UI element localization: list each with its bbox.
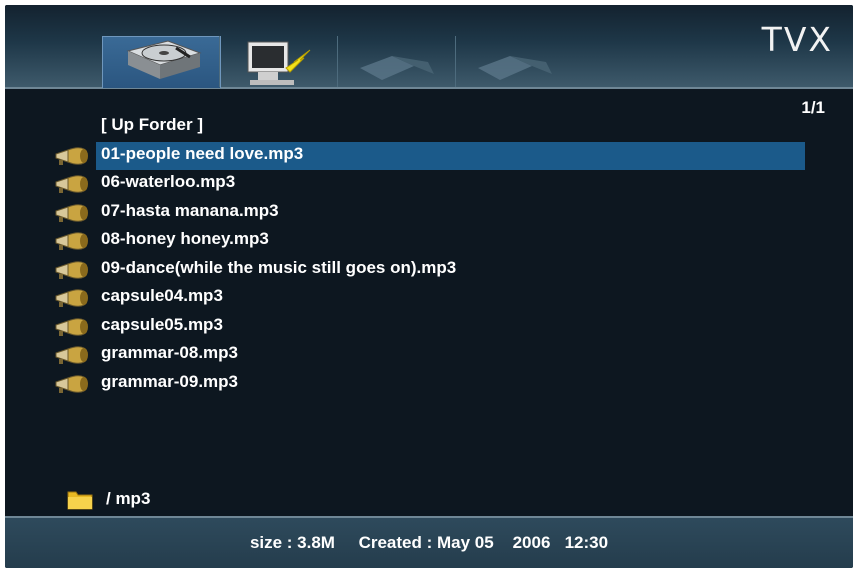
music-horn-icon	[54, 203, 90, 223]
tvx-logo: TVX	[761, 20, 833, 59]
media-browser-panel: TVX 1/1 [ Up Forder ] 01-people need lov…	[5, 5, 853, 568]
music-horn-icon	[54, 345, 90, 365]
file-item-label: grammar-09.mp3	[101, 371, 239, 391]
file-item-label: capsule04.mp3	[101, 286, 223, 305]
file-item[interactable]: 09-dance(while the music still goes on).…	[5, 255, 853, 284]
up-folder-item[interactable]: [ Up Forder ]	[5, 112, 853, 141]
file-item-label: 01-people need love.mp3	[101, 143, 304, 163]
file-item-label: capsule05.mp3	[101, 314, 223, 334]
file-item-label: 06-waterloo.mp3	[101, 172, 236, 191]
music-horn-icon	[54, 231, 90, 251]
music-horn-icon	[54, 174, 90, 194]
status-bar: size : 3.8M Created : May 05 2006 12:30	[5, 516, 853, 568]
file-item-label: 09-dance(while the music still goes on).…	[101, 257, 457, 277]
music-horn-icon	[54, 260, 90, 280]
file-item[interactable]: 01-people need love.mp3	[5, 141, 853, 170]
music-horn-icon	[54, 374, 90, 394]
music-horn-icon	[54, 146, 90, 166]
top-bar: TVX	[5, 5, 853, 89]
usb-plug-icon	[359, 55, 434, 80]
file-item[interactable]: grammar-08.mp3	[5, 340, 853, 369]
up-folder-label: [ Up Forder ]	[101, 115, 203, 134]
usb-plug-icon	[477, 55, 552, 80]
network-computer-icon	[247, 41, 310, 85]
file-item[interactable]: grammar-09.mp3	[5, 369, 853, 398]
tab-usb-2[interactable]	[456, 36, 573, 87]
file-item-label: grammar-08.mp3	[101, 343, 239, 362]
file-item[interactable]: 06-waterloo.mp3	[5, 169, 853, 198]
file-item-label: 07-hasta manana.mp3	[101, 200, 279, 220]
file-item[interactable]: 08-honey honey.mp3	[5, 226, 853, 255]
folder-icon	[67, 491, 93, 510]
file-item[interactable]: capsule04.mp3	[5, 283, 853, 312]
music-horn-icon	[54, 288, 90, 308]
tab-hard-disk[interactable]	[102, 36, 221, 88]
file-item[interactable]: 07-hasta manana.mp3	[5, 198, 853, 227]
screen: TVX 1/1 [ Up Forder ] 01-people need lov…	[0, 0, 859, 573]
file-item-label: 08-honey honey.mp3	[101, 229, 269, 248]
music-horn-icon	[54, 317, 90, 337]
file-list: [ Up Forder ] 01-people need love.mp3 06-…	[5, 112, 853, 397]
file-item[interactable]: capsule05.mp3	[5, 312, 853, 341]
file-info-text: size : 3.8M Created : May 05 2006 12:30	[249, 533, 609, 552]
tab-network[interactable]	[220, 36, 337, 87]
current-path-label: / mp3	[106, 489, 151, 508]
tab-usb-1[interactable]	[338, 36, 455, 87]
hard-disk-icon	[125, 39, 202, 79]
